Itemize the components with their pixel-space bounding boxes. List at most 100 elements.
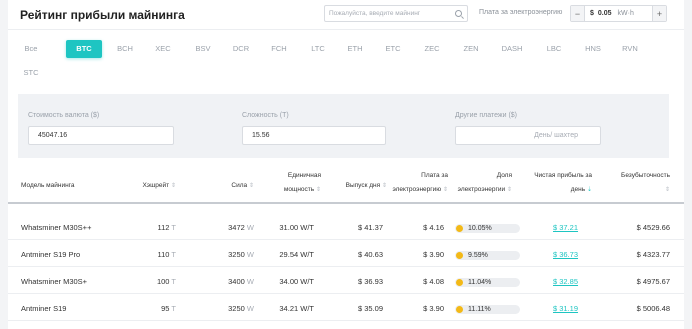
- share-dot-icon: [456, 279, 463, 286]
- difficulty-label: Сложность (T): [242, 112, 289, 119]
- price-label: Стоимость валюта ($): [28, 112, 100, 119]
- col-breakeven[interactable]: Безубыточность ⇕: [621, 169, 670, 197]
- unit-power-cell: 29.54 W/T: [279, 250, 314, 259]
- power-cell: 3400 W: [228, 277, 254, 286]
- daily-profit-link[interactable]: $ 31.19: [553, 297, 578, 321]
- sort-icon[interactable]: ⇕: [316, 187, 321, 193]
- sort-icon[interactable]: ⇕: [249, 183, 254, 189]
- sort-icon[interactable]: ⇕: [665, 187, 670, 193]
- table-row[interactable]: Whatsminer M30S+ 100 T 3400 W 34.00 W/T $ 36…: [8, 270, 684, 294]
- tab-dash[interactable]: DASH: [498, 40, 526, 58]
- fee-value-input[interactable]: 0.05: [598, 10, 612, 17]
- increase-fee-button[interactable]: +: [652, 6, 666, 21]
- breakeven-cell: $ 4323.77: [636, 250, 670, 259]
- share-percent: 11.04%: [468, 279, 492, 286]
- share-dot-icon: [456, 225, 463, 232]
- col-fee[interactable]: Плата за электроэнергию ⇕: [392, 169, 448, 197]
- electricity-share-bar: 9.59%: [455, 251, 520, 260]
- tab-eth[interactable]: ETH: [344, 40, 366, 58]
- miner-model[interactable]: Whatsminer M30S+: [21, 270, 87, 294]
- decrease-fee-button[interactable]: −: [571, 6, 585, 21]
- electricity-fee-label: Плата за электроэнергию: [479, 9, 563, 16]
- breakeven-cell: $ 5006.48: [636, 304, 670, 313]
- col-share[interactable]: Доля электроэнергии ⇕: [458, 169, 512, 197]
- daily-profit-link[interactable]: $ 37.21: [553, 216, 578, 240]
- col-model: Модель майнинга: [21, 182, 75, 189]
- other-payments-label: Другие платежи ($): [455, 112, 518, 119]
- breakeven-cell: $ 4529.66: [636, 223, 670, 232]
- electricity-share-bar: 11.04%: [455, 278, 520, 287]
- power-cell: 3472 W: [228, 223, 254, 232]
- breakeven-cell: $ 4975.67: [636, 277, 670, 286]
- fee-currency: $: [590, 10, 594, 17]
- col-unit-power[interactable]: Единичная мощность ⇕: [284, 169, 321, 197]
- fee-unit: kW·h: [617, 10, 634, 17]
- share-dot-icon: [456, 306, 463, 313]
- tab-bsv[interactable]: BSV: [192, 40, 214, 58]
- hashrate-cell: 110 T: [157, 250, 176, 259]
- daily-profit-link[interactable]: $ 36.73: [553, 243, 578, 267]
- hashrate-cell: 112 T: [157, 223, 176, 232]
- tab-bch[interactable]: BCH: [114, 40, 136, 58]
- tab-lbc[interactable]: LBC: [543, 40, 565, 58]
- tab-dcr[interactable]: DCR: [230, 40, 252, 58]
- table-header: Модель майнинга Хэшрейт ⇕ Сила ⇕ Единичн…: [8, 168, 684, 204]
- power-cell: 3250 W: [228, 304, 254, 313]
- share-dot-icon: [456, 252, 463, 259]
- table-row[interactable]: Whatsminer M30S++ 112 T 3472 W 31.00 W/T $ 4…: [8, 216, 684, 240]
- price-input[interactable]: 45047.16: [28, 126, 174, 145]
- page-title: Рейтинг прибыли майнинга: [20, 8, 185, 22]
- calculation-inputs: Стоимость валюта ($) 45047.16 Сложность …: [18, 94, 669, 158]
- mining-profit-card: Рейтинг прибыли майнинга Плата за электр…: [8, 0, 684, 329]
- miner-model[interactable]: Whatsminer M30S++: [21, 216, 91, 240]
- electricity-share-bar: 11.11%: [455, 305, 520, 314]
- miner-search[interactable]: [324, 5, 468, 22]
- electricity-fee-stepper[interactable]: − $ 0.05 kW·h +: [570, 5, 667, 22]
- header-bar: Рейтинг прибыли майнинга Плата за электр…: [8, 0, 684, 30]
- electricity-share-bar: 10.05%: [455, 224, 520, 233]
- tab-все[interactable]: Все: [22, 40, 40, 58]
- difficulty-input[interactable]: 15.56: [242, 126, 386, 145]
- col-output[interactable]: Выпуск дня ⇕: [346, 179, 387, 193]
- sort-icon[interactable]: ⇕: [507, 187, 512, 193]
- tab-hns[interactable]: HNS: [582, 40, 604, 58]
- miner-model[interactable]: Antminer S19: [21, 297, 66, 321]
- daily-profit-link[interactable]: $ 32.85: [553, 270, 578, 294]
- daily-output-cell: $ 35.09: [357, 304, 383, 313]
- tab-zen[interactable]: ZEN: [460, 40, 482, 58]
- search-icon[interactable]: [455, 10, 462, 17]
- sort-icon[interactable]: ⇕: [171, 183, 176, 189]
- unit-power-cell: 31.00 W/T: [279, 223, 314, 232]
- table-row[interactable]: Antminer S19 Pro 110 T 3250 W 29.54 W/T $ 40…: [8, 243, 684, 267]
- col-power[interactable]: Сила ⇕: [231, 179, 254, 193]
- electricity-fee-cell: $ 4.16: [423, 223, 444, 232]
- tab-ltc[interactable]: LTC: [307, 40, 329, 58]
- tab-zec[interactable]: ZEC: [421, 40, 443, 58]
- electricity-fee-cell: $ 3.90: [423, 250, 444, 259]
- tab-etc[interactable]: ETC: [382, 40, 404, 58]
- col-hashrate[interactable]: Хэшрейт ⇕: [142, 179, 176, 193]
- daily-output-cell: $ 41.37: [357, 223, 383, 232]
- power-cell: 3250 W: [228, 250, 254, 259]
- miner-model[interactable]: Antminer S19 Pro: [21, 243, 80, 267]
- share-percent: 10.05%: [468, 225, 492, 232]
- table-row[interactable]: Antminer S19 95 T 3250 W 34.21 W/T $ 35.09 $ …: [8, 297, 684, 321]
- tab-fch[interactable]: FCH: [268, 40, 290, 58]
- daily-output-cell: $ 36.93: [357, 277, 383, 286]
- sort-icon[interactable]: ⇕: [443, 187, 448, 193]
- unit-power-cell: 34.00 W/T: [279, 277, 314, 286]
- share-percent: 11.11%: [468, 306, 491, 313]
- electricity-fee-cell: $ 3.90: [423, 304, 444, 313]
- other-payments-input[interactable]: День/ шахтер: [455, 126, 601, 145]
- tab-stc[interactable]: STC: [22, 64, 40, 82]
- tab-rvn[interactable]: RVN: [619, 40, 641, 58]
- electricity-fee-cell: $ 4.08: [423, 277, 444, 286]
- search-input[interactable]: [329, 6, 451, 21]
- col-profit[interactable]: Чистая прибыль за день ⇣: [534, 169, 592, 197]
- sort-icon[interactable]: ⇕: [382, 183, 387, 189]
- share-percent: 9.59%: [468, 252, 488, 259]
- sort-active-icon[interactable]: ⇣: [587, 187, 592, 193]
- tab-btc[interactable]: BTC: [66, 40, 102, 58]
- tab-xec[interactable]: XEC: [152, 40, 174, 58]
- hashrate-cell: 95 T: [161, 304, 176, 313]
